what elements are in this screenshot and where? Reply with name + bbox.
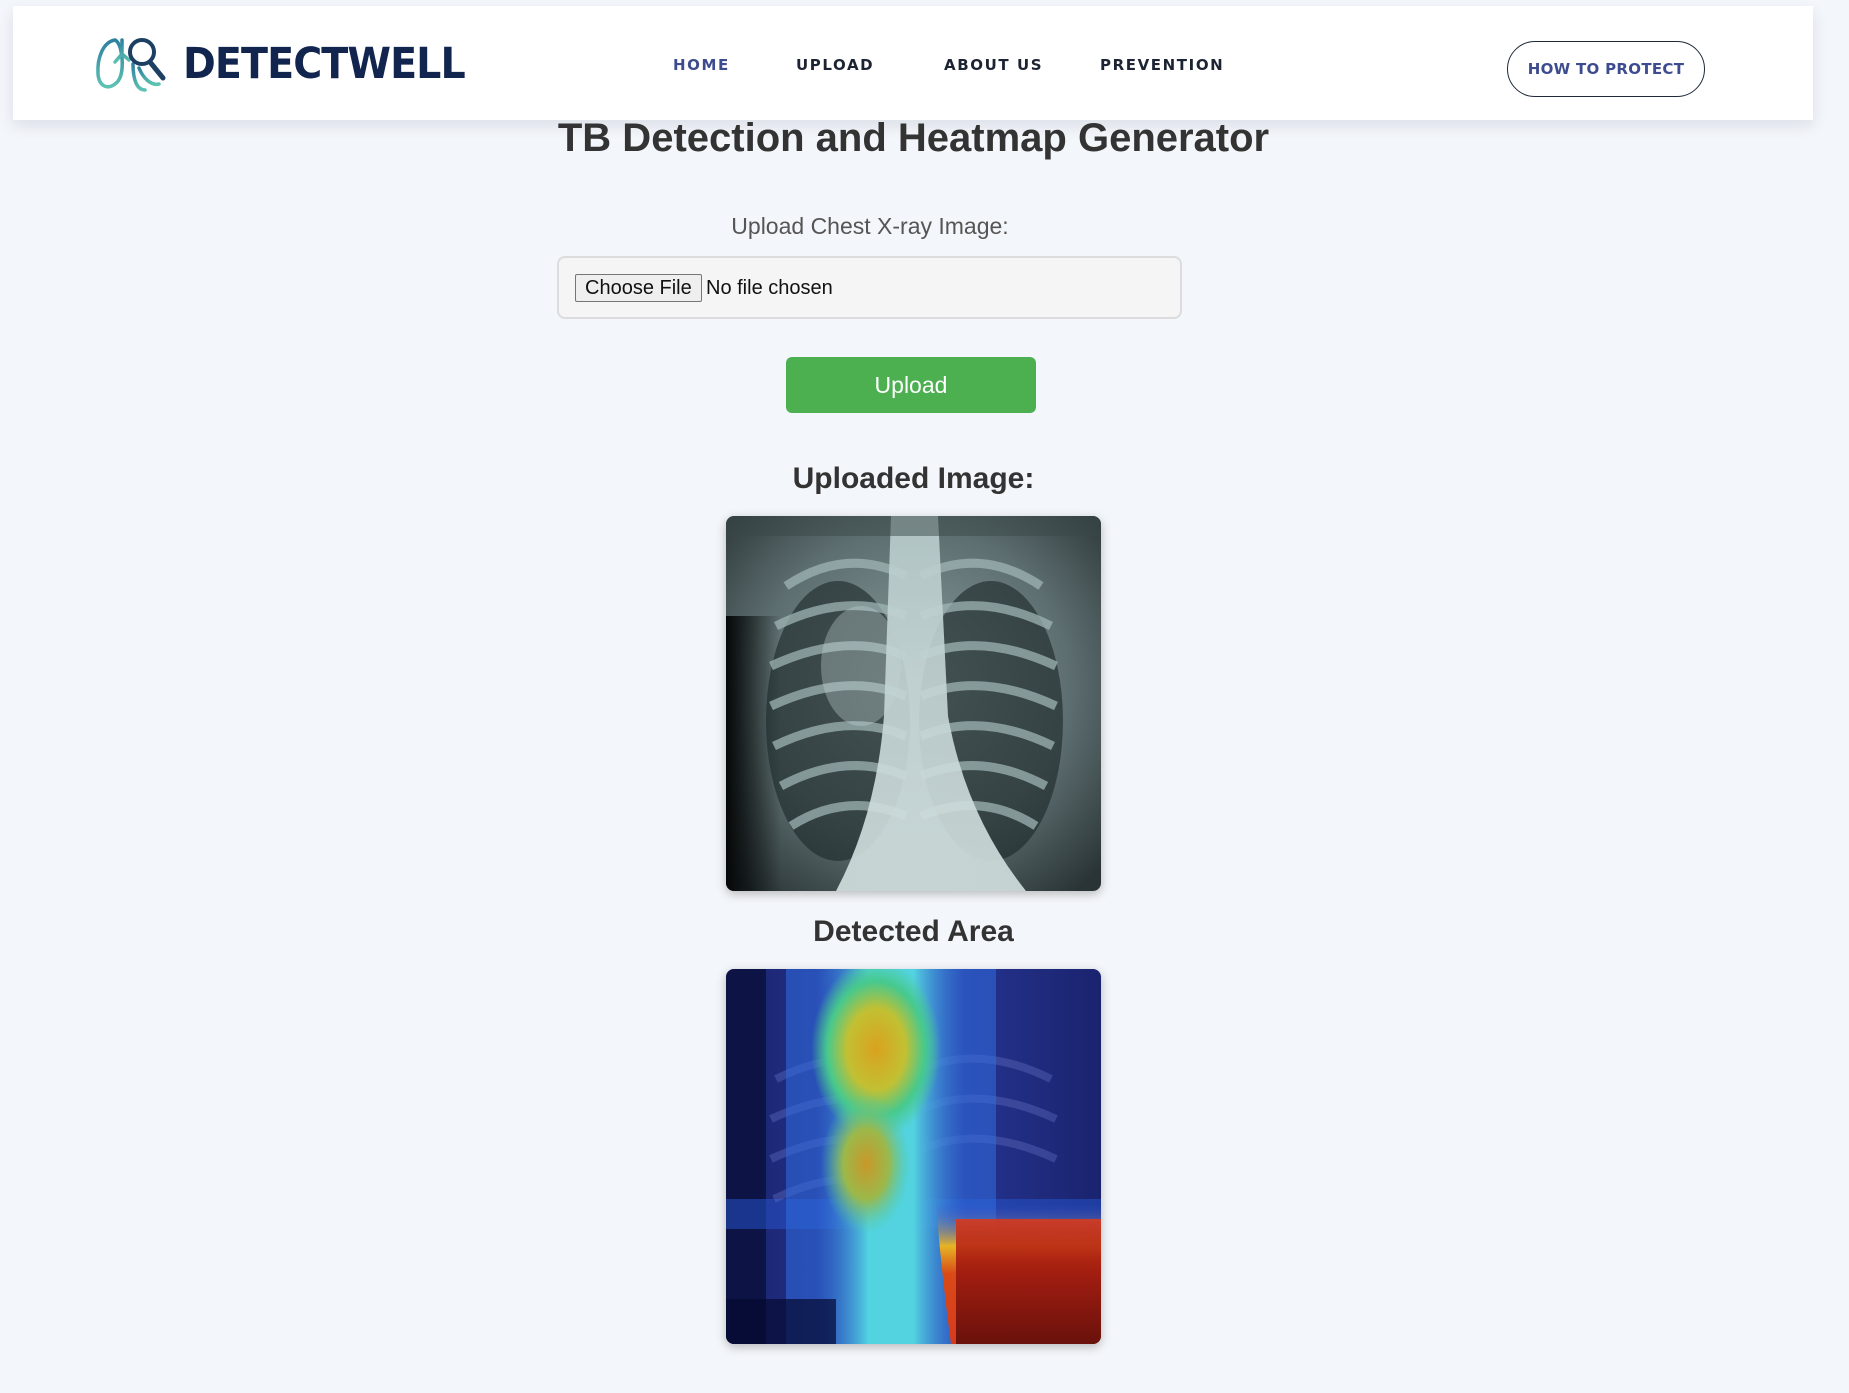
- detected-area-heatmap: [726, 969, 1101, 1344]
- file-input[interactable]: Choose File No file chosen: [557, 256, 1182, 319]
- page-title: TB Detection and Heatmap Generator: [557, 116, 1270, 160]
- lungs-magnifier-icon: [96, 38, 166, 92]
- logo[interactable]: DETECTWELL: [93, 32, 489, 96]
- logo-text: DETECTWELL: [183, 39, 466, 89]
- detected-area-heading: Detected Area: [813, 915, 1014, 948]
- how-to-protect-button[interactable]: HOW TO PROTECT: [1507, 41, 1705, 97]
- nav-about-us[interactable]: ABOUT US: [944, 56, 1043, 74]
- uploaded-xray-image: [726, 516, 1101, 891]
- file-status-text: No file chosen: [706, 277, 833, 299]
- nav-prevention[interactable]: PREVENTION: [1100, 56, 1224, 74]
- upload-button[interactable]: Upload: [786, 357, 1036, 413]
- top-navbar: DETECTWELL HOME UPLOAD ABOUT US PREVENTI…: [13, 6, 1813, 120]
- choose-file-button[interactable]: Choose File: [575, 274, 702, 302]
- uploaded-image-heading: Uploaded Image:: [792, 462, 1035, 495]
- nav-home[interactable]: HOME: [673, 56, 730, 74]
- nav-upload[interactable]: UPLOAD: [796, 56, 874, 74]
- upload-label: Upload Chest X-ray Image:: [731, 213, 1009, 239]
